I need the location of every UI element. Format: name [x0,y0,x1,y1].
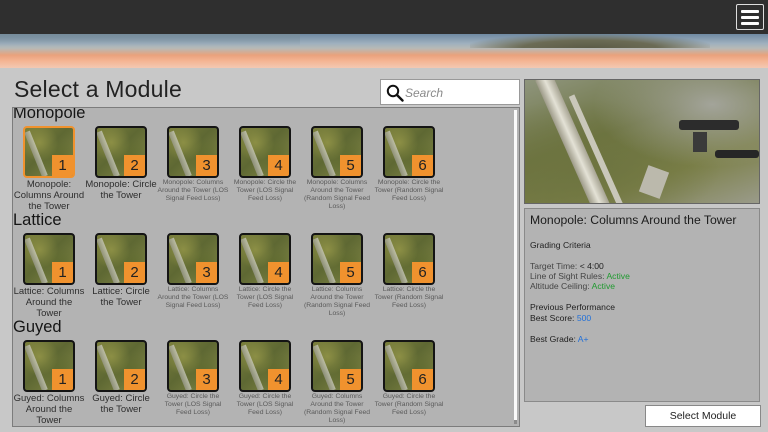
target-time-row: Target Time: < 4:00 [530,261,604,271]
page-title: Select a Module [14,76,182,102]
module-thumbnail[interactable]: 3 [167,126,219,178]
module-number-badge: 1 [52,155,73,176]
los-row: Line of Sight Rules: Active [530,271,630,281]
category-title: Lattice [13,211,62,229]
module-label: Guyed: Columns Around the Tower [13,393,85,426]
module-number-badge: 6 [412,369,433,390]
scrollbar[interactable] [514,110,517,424]
module-thumbnail[interactable]: 1 [23,340,75,392]
module-number-badge: 4 [268,262,289,283]
module-thumbnail[interactable]: 4 [239,233,291,285]
module-label: Monopole: Circle the Tower [85,179,157,201]
altitude-label: Altitude Ceiling: [530,281,590,291]
module-label: Monopole: Columns Around the Tower (LOS … [157,179,229,202]
module-number-badge: 2 [124,262,145,283]
module-label: Lattice: Circle the Tower (Random Signal… [374,286,444,309]
module-preview-image [524,79,760,204]
module-thumbnail[interactable]: 5 [311,233,363,285]
module-label: Guyed: Circle the Tower (LOS Signal Feed… [164,393,222,416]
previous-performance-heading: Previous Performance [530,302,616,312]
module-number-badge: 3 [196,155,217,176]
module-label: Lattice: Circle the Tower (LOS Signal Fe… [236,286,294,309]
search-icon [386,84,404,102]
category-title: Monopole [13,107,86,122]
module-number-badge: 4 [268,369,289,390]
module-thumbnail[interactable]: 6 [383,126,435,178]
module-label: Lattice: Columns Around the Tower (Rando… [303,286,371,317]
scrollbar-thumb[interactable] [514,110,517,420]
best-score-row: Best Score: 500 [530,313,591,323]
module-label: Monopole: Columns Around the Tower (Rand… [303,179,371,210]
module-thumbnail[interactable]: 5 [311,340,363,392]
altitude-row: Altitude Ceiling: Active [530,281,615,291]
module-number-badge: 3 [196,262,217,283]
module-label: Lattice: Columns Around the Tower [13,286,85,319]
altitude-value: Active [591,281,616,291]
module-label: Guyed: Circle the Tower [92,393,150,415]
module-thumbnail[interactable]: 6 [383,233,435,285]
module-thumbnail[interactable]: 1 [23,126,75,178]
module-thumbnail[interactable]: 6 [383,340,435,392]
best-score-value: 500 [576,313,592,323]
module-thumbnail[interactable]: 1 [23,233,75,285]
target-time-label: Target Time: [530,261,578,271]
module-list[interactable]: Monopole 1 Monopole: Columns Around the To… [12,107,520,427]
module-number-badge: 1 [52,262,73,283]
top-bar [0,0,768,34]
module-thumbnail[interactable]: 3 [167,340,219,392]
module-label: Lattice: Circle the Tower [92,286,150,308]
module-number-badge: 6 [412,155,433,176]
los-label: Line of Sight Rules: [530,271,605,281]
best-grade-label: Best Grade: [530,334,576,344]
hamburger-menu-icon[interactable] [736,4,764,30]
los-value: Active [606,271,630,281]
module-label: Monopole: Circle the Tower (LOS Signal F… [233,179,297,202]
module-number-badge: 4 [268,155,289,176]
module-label: Monopole: Circle the Tower (Random Signa… [374,179,444,202]
module-label: Guyed: Circle the Tower (Random Signal F… [374,393,444,416]
module-label: Lattice: Columns Around the Tower (LOS S… [157,286,229,309]
module-number-badge: 2 [124,155,145,176]
grading-criteria-heading: Grading Criteria [530,240,591,250]
module-thumbnail[interactable]: 2 [95,126,147,178]
target-time-value: < 4:00 [579,261,604,271]
module-thumbnail[interactable]: 3 [167,233,219,285]
module-label: Guyed: Columns Around the Tower (Random … [303,393,371,424]
module-thumbnail[interactable]: 2 [95,233,147,285]
module-number-badge: 2 [124,369,145,390]
module-number-badge: 5 [340,369,361,390]
header-banner [0,34,768,68]
module-label: Monopole: Columns Around the Tower [13,179,85,212]
best-grade-value: A+ [577,334,589,344]
module-details-panel: Monopole: Columns Around the Tower Gradi… [524,208,760,402]
module-label: Guyed: Circle the Tower (LOS Signal Feed… [236,393,294,416]
module-thumbnail[interactable]: 4 [239,340,291,392]
module-thumbnail[interactable]: 2 [95,340,147,392]
module-number-badge: 3 [196,369,217,390]
search-box[interactable] [380,79,520,105]
category-title: Guyed [13,318,62,336]
module-thumbnail[interactable]: 4 [239,126,291,178]
module-thumbnail[interactable]: 5 [311,126,363,178]
module-number-badge: 5 [340,155,361,176]
best-grade-row: Best Grade: A+ [530,334,589,344]
module-number-badge: 5 [340,262,361,283]
search-input[interactable] [405,82,517,103]
details-title: Monopole: Columns Around the Tower [530,213,737,227]
select-module-button[interactable]: Select Module [645,405,761,427]
module-number-badge: 6 [412,262,433,283]
module-number-badge: 1 [52,369,73,390]
best-score-label: Best Score: [530,313,575,323]
